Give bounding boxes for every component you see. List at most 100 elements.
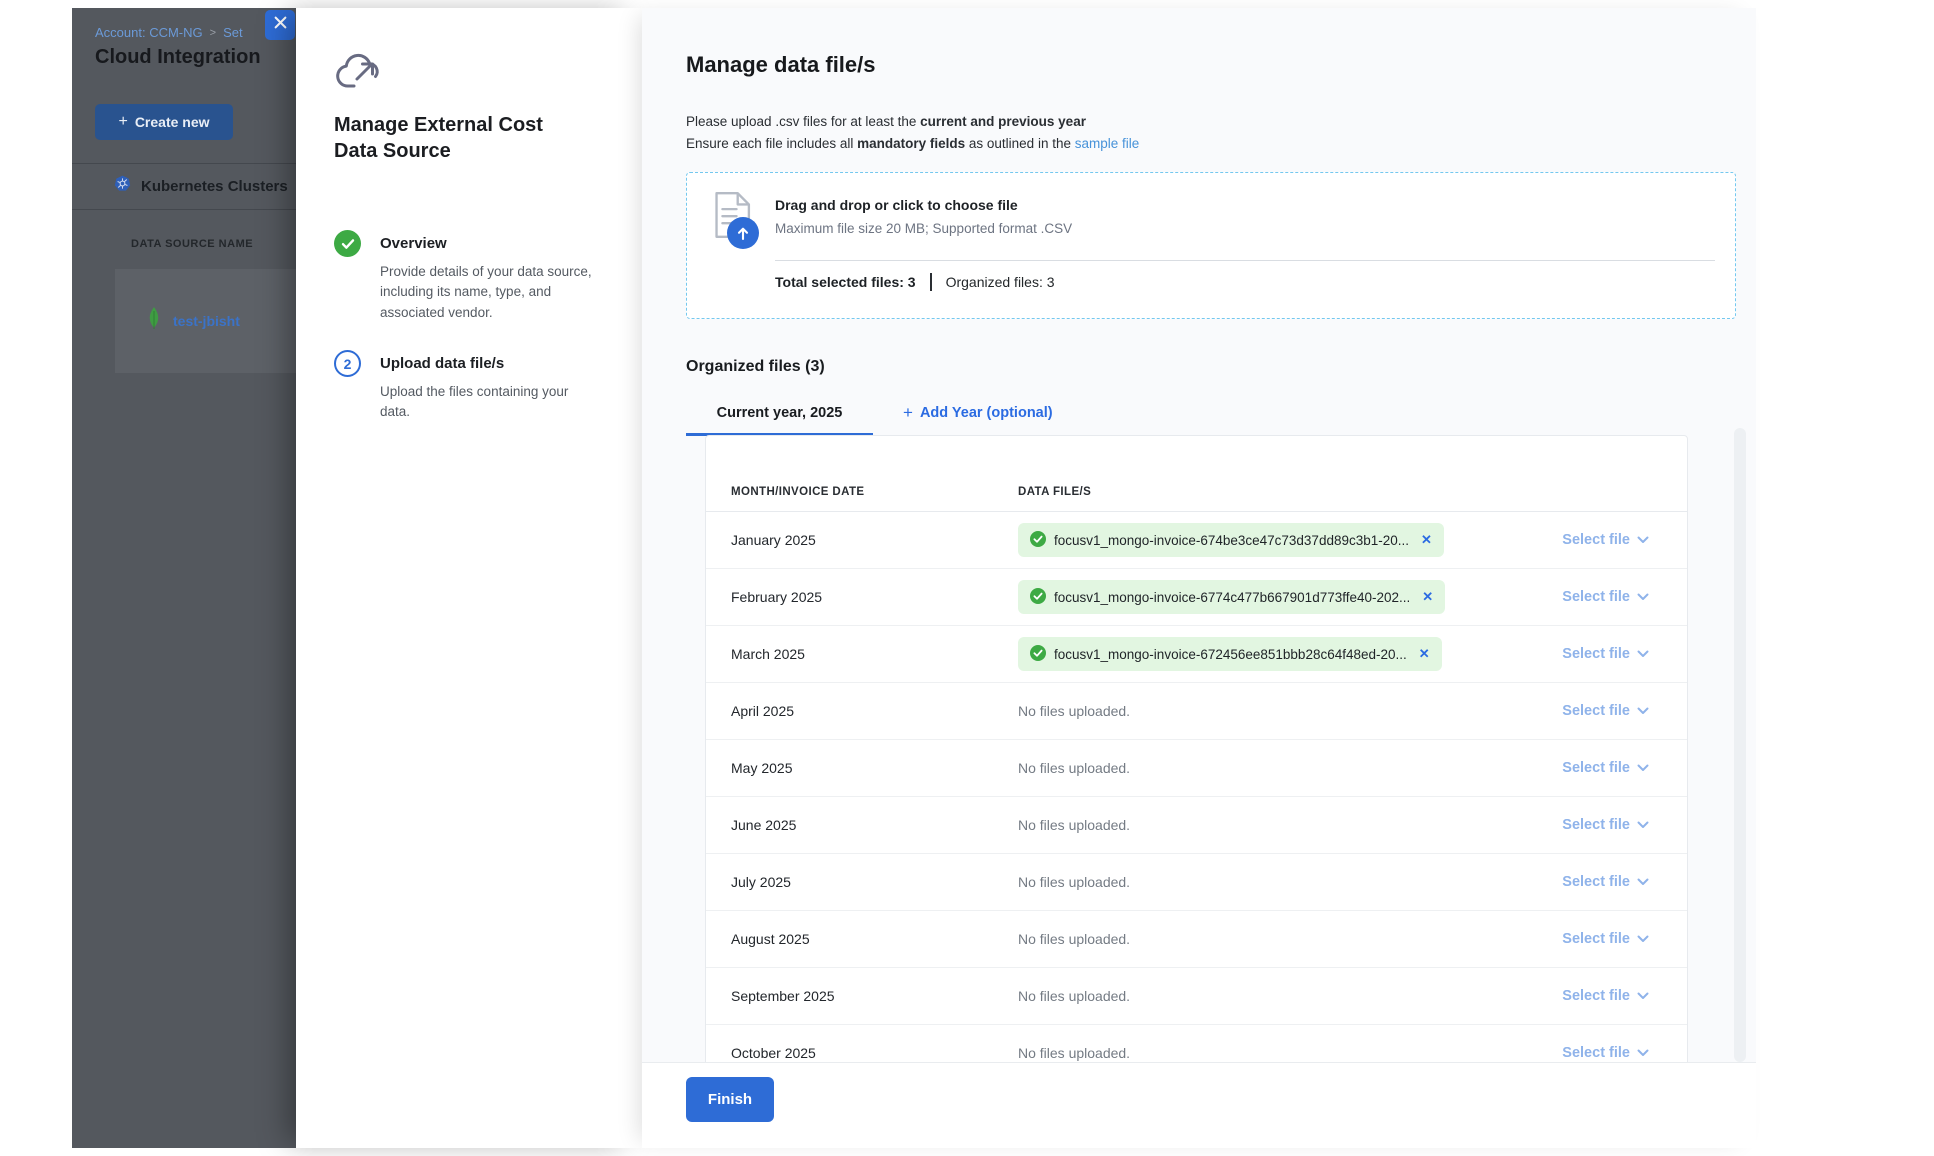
chevron-down-icon (1637, 817, 1649, 833)
select-file-label: Select file (1562, 646, 1630, 662)
close-button[interactable] (265, 10, 295, 40)
select-file-dropdown[interactable]: Select file (1562, 646, 1649, 662)
table-body: January 2025 focusv1_mongo-invoice-674be… (706, 512, 1687, 1062)
month-cell: May 2025 (731, 760, 1018, 776)
step-1-label[interactable]: Overview (380, 235, 447, 252)
chevron-down-icon (1637, 589, 1649, 605)
file-counts: Total selected files: 3 Organized files:… (775, 273, 1055, 291)
table-row: October 2025 No files uploaded. Select f… (706, 1025, 1687, 1062)
add-year-button[interactable]: + Add Year (optional) (903, 392, 1053, 436)
table-row: April 2025 No files uploaded. Select fil… (706, 683, 1687, 740)
month-cell: August 2025 (731, 931, 1018, 947)
data-source-name-link[interactable]: test-jbisht (173, 313, 240, 329)
wizard-steps-panel: Manage External Cost Data Source Overvie… (296, 8, 642, 1148)
select-file-label: Select file (1562, 703, 1630, 719)
cloud-export-icon (334, 52, 384, 99)
file-chip-label: focusv1_mongo-invoice-672456ee851bbb28c6… (1054, 647, 1407, 662)
table-row: July 2025 No files uploaded. Select file (706, 854, 1687, 911)
step-1-description: Provide details of your data source, inc… (380, 262, 592, 323)
select-file-dropdown[interactable]: Select file (1562, 589, 1649, 605)
file-success-check-icon (1030, 531, 1046, 550)
select-file-label: Select file (1562, 760, 1630, 776)
monthly-files-table: MONTH/INVOICE DATE DATA FILE/S January 2… (705, 435, 1688, 1062)
table-row: August 2025 No files uploaded. Select fi… (706, 911, 1687, 968)
organized-files-count: Organized files: 3 (946, 274, 1055, 290)
wizard-title: Manage External Cost Data Source (334, 112, 582, 165)
chevron-down-icon (1637, 874, 1649, 890)
select-file-dropdown[interactable]: Select file (1562, 874, 1649, 890)
remove-file-icon[interactable]: ✕ (1422, 589, 1433, 605)
create-new-button[interactable]: + Create new (95, 104, 233, 140)
close-icon (274, 16, 287, 34)
select-file-dropdown[interactable]: Select file (1562, 703, 1649, 719)
chevron-down-icon (1637, 703, 1649, 719)
column-header-datafile: DATA FILE/S (1018, 486, 1091, 498)
file-dropzone[interactable]: Drag and drop or click to choose file Ma… (686, 172, 1736, 319)
dropzone-subtitle: Maximum file size 20 MB; Supported forma… (775, 221, 1072, 236)
chevron-down-icon (1637, 532, 1649, 548)
screen: Account: CCM-NG > Set Cloud Integration … (0, 0, 1934, 1156)
upload-arrow-icon (727, 217, 759, 249)
empty-file-text: No files uploaded. (1018, 760, 1130, 776)
select-file-dropdown[interactable]: Select file (1562, 1045, 1649, 1061)
data-source-row[interactable]: test-jbisht (115, 269, 296, 373)
total-selected-files: Total selected files: 3 (775, 274, 916, 290)
select-file-label: Select file (1562, 532, 1630, 548)
month-cell: September 2025 (731, 988, 1018, 1004)
kubernetes-icon (113, 174, 132, 198)
scrollbar[interactable] (1734, 428, 1746, 1062)
breadcrumb-separator-icon: > (210, 27, 216, 39)
remove-file-icon[interactable]: ✕ (1421, 532, 1432, 548)
sample-file-link[interactable]: sample file (1075, 136, 1140, 151)
chevron-down-icon (1637, 988, 1649, 1004)
divider (930, 273, 932, 291)
breadcrumb-account-link[interactable]: Account: CCM-NG (95, 25, 203, 40)
table-row: January 2025 focusv1_mongo-invoice-674be… (706, 512, 1687, 569)
tab-kubernetes-clusters[interactable]: Kubernetes Clusters (113, 174, 288, 198)
table-row: May 2025 No files uploaded. Select file (706, 740, 1687, 797)
file-success-check-icon (1030, 588, 1046, 607)
chevron-down-icon (1637, 1045, 1649, 1061)
plus-icon: + (903, 403, 913, 423)
panel-footer: Finish (642, 1062, 1756, 1148)
divider (72, 163, 296, 164)
select-file-label: Select file (1562, 988, 1630, 1004)
file-chip: focusv1_mongo-invoice-6774c477b667901d77… (1018, 580, 1445, 614)
select-file-dropdown[interactable]: Select file (1562, 817, 1649, 833)
month-cell: February 2025 (731, 589, 1018, 605)
select-file-dropdown[interactable]: Select file (1562, 532, 1649, 548)
month-cell: January 2025 (731, 532, 1018, 548)
select-file-label: Select file (1562, 589, 1630, 605)
table-row: March 2025 focusv1_mongo-invoice-672456e… (706, 626, 1687, 683)
plus-icon: + (118, 113, 127, 131)
panel-scroll-area: Manage data file/s Please upload .csv fi… (642, 8, 1756, 1062)
table-row: February 2025 focusv1_mongo-invoice-6774… (706, 569, 1687, 626)
chevron-down-icon (1637, 760, 1649, 776)
remove-file-icon[interactable]: ✕ (1419, 646, 1430, 662)
empty-file-text: No files uploaded. (1018, 988, 1130, 1004)
step-2-label[interactable]: Upload data file/s (380, 355, 504, 372)
month-cell: April 2025 (731, 703, 1018, 719)
finish-button[interactable]: Finish (686, 1077, 774, 1122)
panel-title: Manage data file/s (686, 52, 876, 78)
organized-files-heading: Organized files (3) (686, 358, 825, 376)
select-file-dropdown[interactable]: Select file (1562, 988, 1649, 1004)
manage-data-files-panel: Manage data file/s Please upload .csv fi… (642, 8, 1756, 1148)
empty-file-text: No files uploaded. (1018, 817, 1130, 833)
select-file-label: Select file (1562, 931, 1630, 947)
step-2-description: Upload the files containing your data. (380, 382, 592, 423)
month-cell: July 2025 (731, 874, 1018, 890)
file-chip: focusv1_mongo-invoice-674be3ce47c73d37dd… (1018, 523, 1444, 557)
tab-current-year[interactable]: Current year, 2025 (686, 392, 873, 436)
select-file-label: Select file (1562, 817, 1630, 833)
breadcrumb-section-link[interactable]: Set (223, 25, 243, 40)
empty-file-text: No files uploaded. (1018, 1045, 1130, 1061)
empty-file-text: No files uploaded. (1018, 874, 1130, 890)
select-file-label: Select file (1562, 874, 1630, 890)
upload-instructions: Please upload .csv files for at least th… (686, 111, 1139, 155)
file-chip: focusv1_mongo-invoice-672456ee851bbb28c6… (1018, 637, 1442, 671)
dropzone-title: Drag and drop or click to choose file (775, 197, 1018, 213)
select-file-dropdown[interactable]: Select file (1562, 760, 1649, 776)
select-file-dropdown[interactable]: Select file (1562, 931, 1649, 947)
table-header-row: MONTH/INVOICE DATE DATA FILE/S (706, 436, 1687, 512)
